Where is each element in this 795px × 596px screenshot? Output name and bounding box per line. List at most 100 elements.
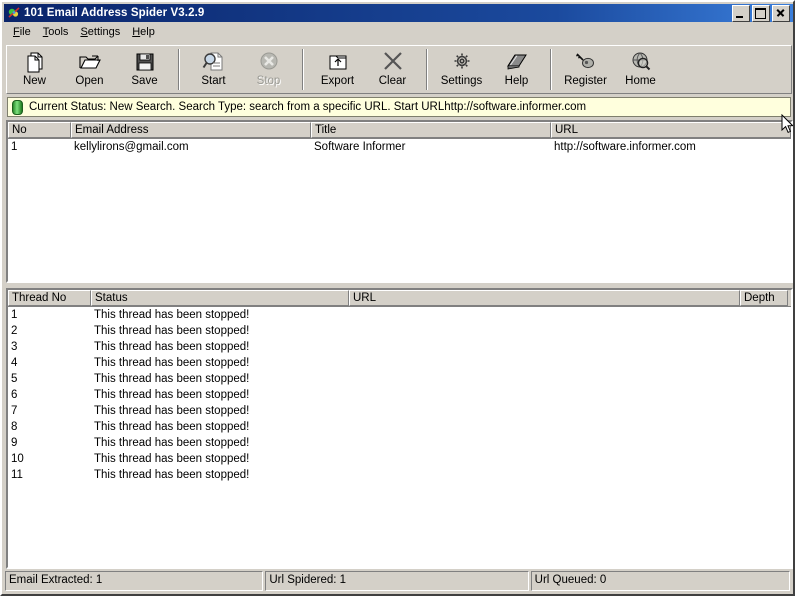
status-panel-1: Email Extracted: 1 xyxy=(5,571,264,591)
stop-circle-icon xyxy=(256,50,282,74)
key-icon xyxy=(573,50,599,74)
toolbar: New Open Save Start Stop Export Clear Settings H… xyxy=(6,45,792,94)
threads-cell-no: 5 xyxy=(11,373,18,385)
results-cell-url: http://software.informer.com xyxy=(554,141,696,153)
threads-cell-status: This thread has been stopped! xyxy=(94,421,250,433)
results-column-header[interactable]: Title xyxy=(311,122,551,138)
threads-cell-status: This thread has been stopped! xyxy=(94,373,250,385)
threads-row[interactable]: 4 This thread has been stopped! xyxy=(8,355,791,371)
toolbar-button-label: New xyxy=(22,75,46,87)
menu-item-tools[interactable]: Tools xyxy=(40,24,78,40)
toolbar-button-label: Help xyxy=(504,75,529,87)
toolbar-separator xyxy=(178,49,180,90)
status-led-icon xyxy=(12,99,23,115)
toolbar-button-label: Save xyxy=(131,75,158,87)
threads-cell-status: This thread has been stopped! xyxy=(94,325,250,337)
minimize-button[interactable] xyxy=(732,4,750,22)
threads-cell-no: 4 xyxy=(11,357,18,369)
threads-row[interactable]: 1 This thread has been stopped! xyxy=(8,307,791,323)
threads-cell-no: 9 xyxy=(11,437,18,449)
threads-row[interactable]: 9 This thread has been stopped! xyxy=(8,435,791,451)
status-bar: Email Extracted: 1 Url Spidered: 1 Url Que… xyxy=(5,571,792,591)
threads-row[interactable]: 6 This thread has been stopped! xyxy=(8,387,791,403)
menu-item-help[interactable]: Help xyxy=(129,24,164,40)
threads-cell-no: 3 xyxy=(11,341,18,353)
toolbar-button-clear[interactable]: Clear xyxy=(365,46,420,93)
toolbar-button-help[interactable]: Help xyxy=(489,46,544,93)
threads-cell-status: This thread has been stopped! xyxy=(94,309,250,321)
spider-app-icon xyxy=(7,6,21,20)
threads-cell-status: This thread has been stopped! xyxy=(94,389,250,401)
threads-cell-status: This thread has been stopped! xyxy=(94,341,250,353)
threads-grid-header: Thread No Status URL Depth xyxy=(8,290,791,307)
title-bar: 101 Email Address Spider V3.2.9 xyxy=(4,4,793,22)
results-grid-body: 1 kellylirons@gmail.com Software Informer h… xyxy=(8,139,791,155)
threads-row[interactable]: 2 This thread has been stopped! xyxy=(8,323,791,339)
results-row[interactable]: 1 kellylirons@gmail.com Software Informer h… xyxy=(8,139,791,155)
threads-row[interactable]: 8 This thread has been stopped! xyxy=(8,419,791,435)
menu-bar: File Tools Settings Help xyxy=(4,23,793,41)
application-window: 101 Email Address Spider V3.2.9 File Tool… xyxy=(0,0,795,596)
threads-cell-status: This thread has been stopped! xyxy=(94,437,250,449)
window-title: 101 Email Address Spider V3.2.9 xyxy=(24,7,205,19)
toolbar-button-settings[interactable]: Settings xyxy=(434,46,489,93)
toolbar-button-label: Start xyxy=(201,75,226,87)
threads-row[interactable]: 11 This thread has been stopped! xyxy=(8,467,791,483)
results-column-header[interactable]: Email Address xyxy=(71,122,311,138)
search-document-icon xyxy=(201,50,227,74)
results-cell-title: Software Informer xyxy=(314,141,406,153)
current-status-banner: Current Status: New Search. Search Type:… xyxy=(7,97,791,117)
open-folder-icon xyxy=(77,50,103,74)
results-column-header[interactable]: No xyxy=(8,122,71,138)
results-grid[interactable]: No Email Address Title URL 1 kellylirons@gma… xyxy=(6,120,793,283)
threads-row[interactable]: 5 This thread has been stopped! xyxy=(8,371,791,387)
threads-column-header[interactable]: Status xyxy=(91,290,349,306)
book-icon xyxy=(504,50,530,74)
threads-cell-no: 2 xyxy=(11,325,18,337)
threads-cell-no: 11 xyxy=(11,469,23,481)
toolbar-button-label: Clear xyxy=(378,75,407,87)
threads-cell-no: 7 xyxy=(11,405,18,417)
results-grid-header: No Email Address Title URL xyxy=(8,122,791,139)
toolbar-button-label: Stop xyxy=(256,75,281,87)
results-cell-no: 1 xyxy=(11,141,18,153)
window-controls xyxy=(732,4,790,22)
toolbar-button-label: Settings xyxy=(440,75,483,87)
threads-cell-no: 10 xyxy=(11,453,24,465)
close-button[interactable] xyxy=(772,4,790,22)
maximize-button[interactable] xyxy=(752,4,770,22)
toolbar-button-label: Register xyxy=(564,75,607,87)
threads-row[interactable]: 10 This thread has been stopped! xyxy=(8,451,791,467)
menu-item-file[interactable]: File xyxy=(10,24,40,40)
toolbar-button-register[interactable]: Register xyxy=(558,46,613,93)
toolbar-separator xyxy=(550,49,552,90)
toolbar-separator xyxy=(302,49,304,90)
threads-cell-status: This thread has been stopped! xyxy=(94,357,250,369)
floppy-disk-icon xyxy=(132,50,158,74)
threads-grid[interactable]: Thread No Status URL Depth 1 This thread has… xyxy=(6,288,793,569)
threads-column-header[interactable]: Depth xyxy=(740,290,788,306)
menu-item-settings[interactable]: Settings xyxy=(77,24,129,40)
threads-column-header[interactable]: URL xyxy=(349,290,740,306)
threads-row[interactable]: 3 This thread has been stopped! xyxy=(8,339,791,355)
results-cell-email: kellylirons@gmail.com xyxy=(74,141,189,153)
toolbar-button-new[interactable]: New xyxy=(7,46,62,93)
threads-grid-body: 1 This thread has been stopped! 2 This thre… xyxy=(8,307,791,483)
threads-row[interactable]: 7 This thread has been stopped! xyxy=(8,403,791,419)
export-folder-icon xyxy=(325,50,351,74)
toolbar-button-export[interactable]: Export xyxy=(310,46,365,93)
results-column-header[interactable]: URL xyxy=(551,122,791,138)
threads-cell-no: 6 xyxy=(11,389,18,401)
toolbar-button-label: Open xyxy=(75,75,104,87)
threads-column-header[interactable]: Thread No xyxy=(8,290,91,306)
clear-x-icon xyxy=(380,50,406,74)
toolbar-button-start[interactable]: Start xyxy=(186,46,241,93)
toolbar-button-home[interactable]: Home xyxy=(613,46,668,93)
toolbar-button-open[interactable]: Open xyxy=(62,46,117,93)
threads-cell-no: 8 xyxy=(11,421,18,433)
toolbar-button-label: Home xyxy=(625,75,656,87)
status-panel-3: Url Queued: 0 xyxy=(530,571,790,591)
current-status-text: Current Status: New Search. Search Type:… xyxy=(29,101,587,113)
threads-cell-no: 1 xyxy=(11,309,18,321)
toolbar-button-save[interactable]: Save xyxy=(117,46,172,93)
